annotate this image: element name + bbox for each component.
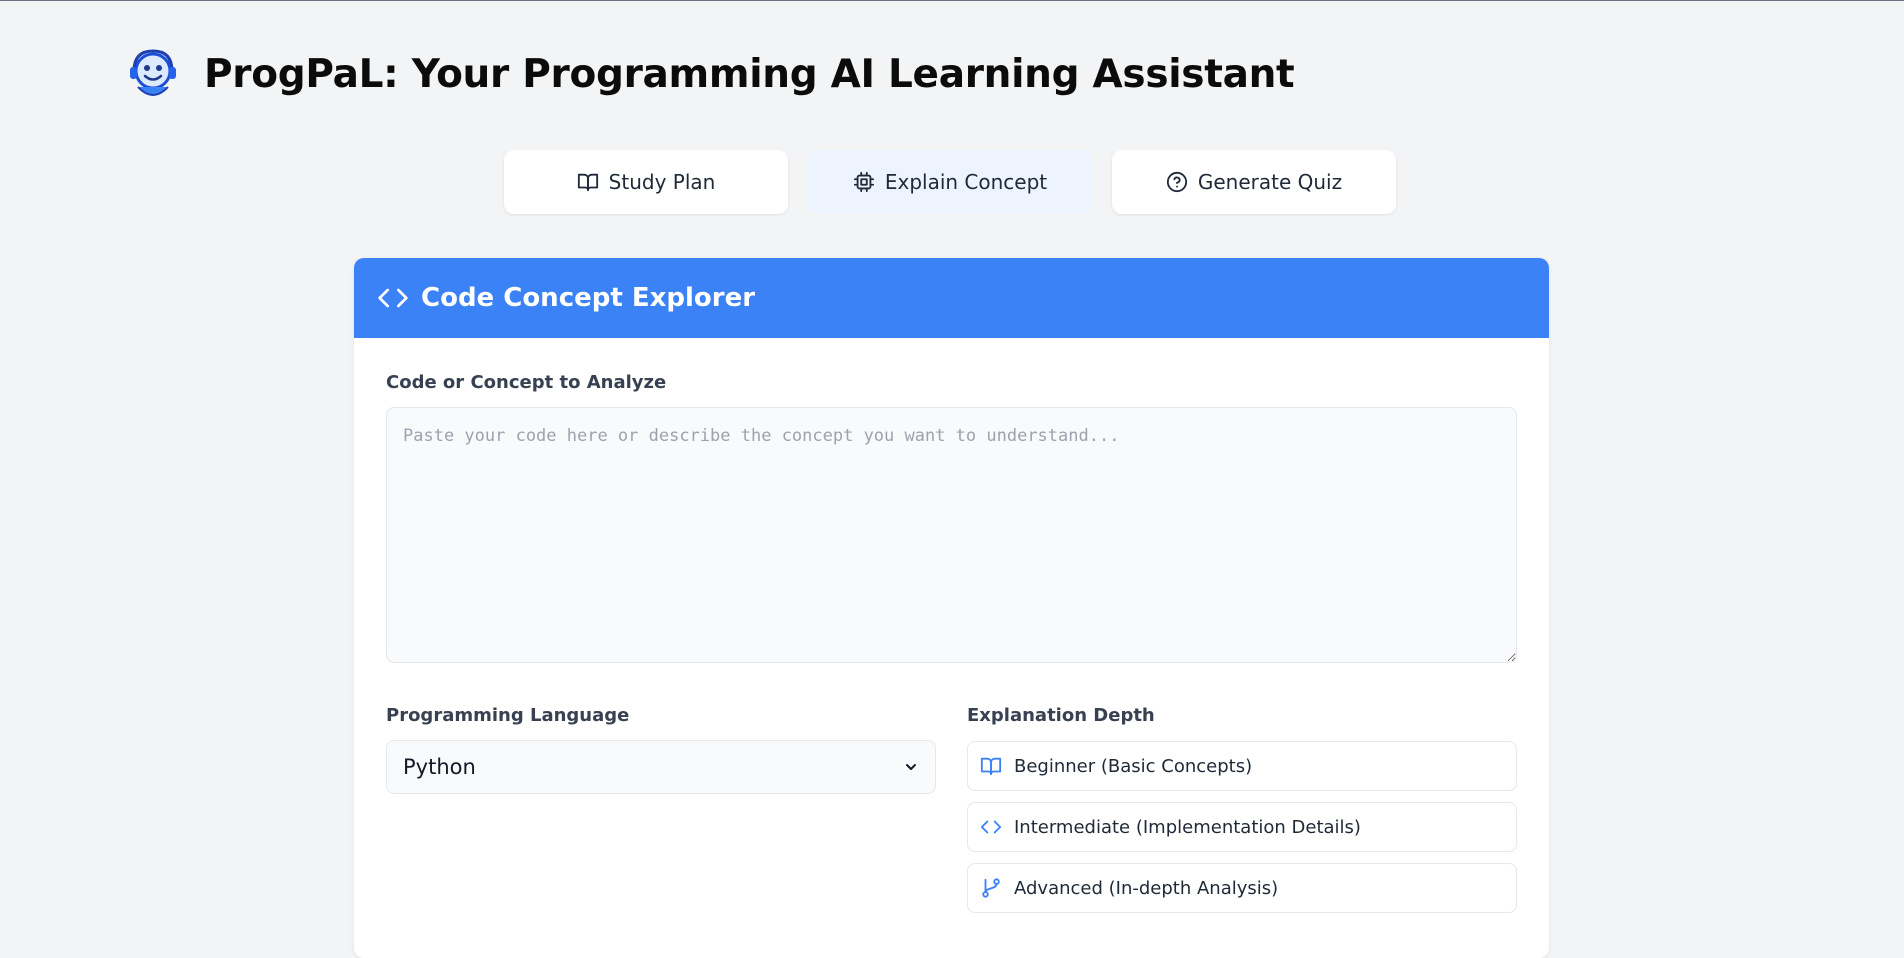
- mode-tabs: Study Plan Explain Concept Generate Quiz: [504, 150, 1396, 214]
- app-header: ProgPaL: Your Programming AI Learning As…: [128, 47, 1295, 101]
- depth-option-beginner[interactable]: Beginner (Basic Concepts): [967, 741, 1517, 791]
- language-select[interactable]: Python: [386, 740, 936, 794]
- language-value: Python: [403, 755, 476, 779]
- help-circle-icon: [1166, 171, 1187, 193]
- depth-option-advanced[interactable]: Advanced (In-depth Analysis): [967, 863, 1517, 913]
- code-input[interactable]: [386, 407, 1517, 663]
- code-input-label: Code or Concept to Analyze: [386, 372, 667, 393]
- git-branch-icon: [982, 878, 1000, 898]
- tab-label: Study Plan: [608, 170, 716, 194]
- depth-option-intermediate[interactable]: Intermediate (Implementation Details): [967, 802, 1517, 852]
- tab-explain-concept[interactable]: Explain Concept: [808, 150, 1092, 214]
- book-open-icon: [980, 757, 1002, 776]
- depth-option-label: Advanced (In-depth Analysis): [1014, 877, 1279, 899]
- depth-label: Explanation Depth: [967, 705, 1155, 726]
- app-title: ProgPaL: Your Programming AI Learning As…: [204, 51, 1295, 97]
- concept-explorer-card: Code Concept Explorer Code or Concept to…: [354, 258, 1549, 958]
- tab-label: Explain Concept: [884, 170, 1048, 194]
- cpu-icon: [853, 171, 874, 193]
- depth-option-label: Beginner (Basic Concepts): [1014, 755, 1253, 777]
- robot-headset-icon: [130, 49, 176, 96]
- tab-generate-quiz[interactable]: Generate Quiz: [1112, 150, 1396, 214]
- book-open-icon: [577, 173, 598, 192]
- depth-option-label: Intermediate (Implementation Details): [1014, 816, 1361, 838]
- code-icon: [378, 288, 408, 308]
- chevron-down-icon: [906, 764, 916, 770]
- card-header: Code Concept Explorer: [354, 258, 1549, 338]
- card-title: Code Concept Explorer: [421, 283, 756, 313]
- code-icon: [980, 820, 1002, 834]
- language-label: Programming Language: [386, 705, 630, 726]
- tab-label: Generate Quiz: [1197, 170, 1343, 194]
- tab-study-plan[interactable]: Study Plan: [504, 150, 788, 214]
